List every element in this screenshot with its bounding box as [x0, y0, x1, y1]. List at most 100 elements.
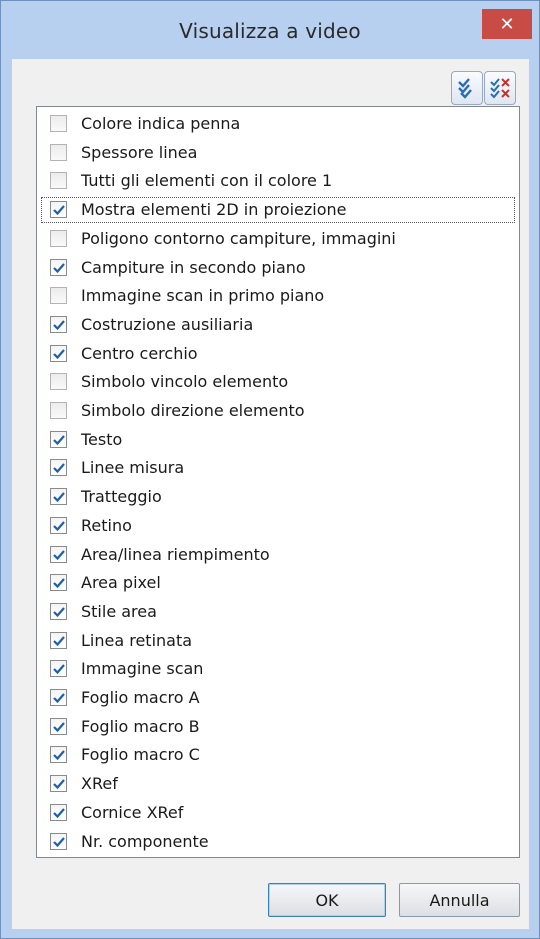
list-item[interactable]: Immagine scan in primo piano: [37, 282, 519, 310]
dialog-title: Visualizza a video: [179, 19, 361, 43]
list-item-label: Campiture in secondo piano: [81, 257, 306, 277]
list-item-label: Area pixel: [81, 573, 161, 593]
display-options-list[interactable]: Colore indica penna Spessore linea Tutti g…: [36, 106, 520, 858]
checkmark-icon: [53, 320, 65, 331]
list-item[interactable]: Area pixel: [37, 569, 519, 597]
list-item[interactable]: Immagine scan: [37, 655, 519, 683]
checkmark-icon: [53, 836, 65, 847]
title-bar[interactable]: Visualizza a video ✕: [1, 1, 539, 59]
list-item[interactable]: Mostra elementi 2D in proiezione: [37, 196, 519, 224]
list-item-label: Foglio macro B: [81, 716, 200, 736]
list-item[interactable]: Tratteggio: [37, 483, 519, 511]
list-item-label: Simbolo direzione elemento: [81, 401, 305, 420]
checkbox-checked[interactable]: [50, 315, 67, 333]
checkbox-checked[interactable]: [50, 344, 67, 362]
list-item[interactable]: Tutti gli elementi con il colore 1: [37, 167, 519, 195]
list-item-label: Cornice XRef: [81, 802, 184, 822]
checkbox-checked[interactable]: [50, 545, 67, 563]
checkbox-checked[interactable]: [50, 430, 67, 448]
list-item[interactable]: Simbolo vincolo elemento: [37, 368, 519, 396]
checkmark-icon: [53, 205, 65, 216]
list-item[interactable]: XRef: [37, 770, 519, 798]
checkbox-unchecked[interactable]: [50, 402, 67, 419]
checkbox-checked[interactable]: [50, 689, 67, 706]
ok-button[interactable]: OK: [268, 883, 386, 917]
checkmark-icon: [53, 808, 65, 818]
list-item[interactable]: Poligono contorno campiture, immagini: [37, 225, 519, 253]
checkmark-icon: [53, 463, 65, 474]
list-item[interactable]: Simbolo direzione elemento: [37, 397, 519, 425]
checkmark-icon: [53, 549, 65, 560]
list-item-label: Mostra elementi 2D in proiezione: [81, 200, 347, 220]
checkmark-icon: [53, 664, 65, 675]
list-item[interactable]: Linea retinata: [37, 627, 519, 655]
check-all-icon: [458, 78, 472, 99]
checkbox-checked[interactable]: [50, 803, 67, 821]
list-item[interactable]: Retino: [37, 512, 519, 540]
list-item-label: Costruzione ausiliaria: [81, 314, 254, 334]
checkbox-checked[interactable]: [50, 832, 67, 850]
checkbox-unchecked[interactable]: [50, 373, 67, 391]
list-item[interactable]: Centro cerchio: [37, 340, 519, 368]
checkmark-icon: [53, 779, 65, 790]
uncheck-all-icon: [490, 78, 510, 99]
close-button[interactable]: ✕: [482, 9, 532, 39]
list-item-label: Linea retinata: [81, 630, 193, 650]
list-item[interactable]: Foglio macro B: [37, 713, 519, 741]
list-item-label: Foglio macro C: [81, 745, 200, 765]
list-item[interactable]: Foglio macro C: [37, 741, 519, 769]
list-item-label: Colore indica penna: [81, 114, 241, 133]
checkbox-checked[interactable]: [50, 775, 67, 793]
list-item[interactable]: Linee misura: [37, 454, 519, 482]
list-item[interactable]: Foglio macro A: [37, 684, 519, 712]
list-item[interactable]: Area/linea riempimento: [37, 541, 519, 569]
checkbox-checked[interactable]: [50, 602, 67, 620]
list-item-label: Retino: [81, 515, 132, 535]
checkbox-checked[interactable]: [50, 717, 67, 735]
checkbox-checked[interactable]: [50, 574, 67, 592]
checkbox-unchecked[interactable]: [50, 287, 67, 305]
list-item[interactable]: Cornice XRef: [37, 799, 519, 827]
list-item-label: Tutti gli elementi con il colore 1: [81, 171, 333, 191]
checkmark-icon: [53, 635, 65, 646]
checkmark-icon: [53, 721, 65, 732]
checkbox-checked[interactable]: [50, 201, 67, 219]
checkbox-checked[interactable]: [50, 258, 67, 276]
list-item[interactable]: Spessore linea: [37, 139, 519, 167]
list-item-label: Stile area: [81, 601, 157, 621]
dialog-window: Visualizza a video ✕ Colore indica penna…: [0, 0, 540, 939]
list-item-label: Simbolo vincolo elemento: [81, 372, 289, 392]
list-item[interactable]: Nr. componente: [37, 828, 519, 856]
list-item-label: Immagine scan in primo piano: [81, 286, 325, 306]
list-item[interactable]: Colore indica penna: [37, 110, 519, 138]
list-item-label: Immagine scan: [81, 659, 204, 679]
list-item-label: Linee misura: [81, 458, 185, 478]
checkbox-checked[interactable]: [50, 459, 67, 477]
checkbox-checked[interactable]: [50, 488, 67, 506]
checkbox-checked[interactable]: [50, 660, 67, 678]
checkmark-icon: [53, 492, 65, 503]
dialog-content: Colore indica penna Spessore linea Tutti g…: [12, 59, 529, 929]
checkmark-icon: [53, 521, 65, 531]
checkmark-icon: [53, 348, 65, 359]
checkbox-unchecked[interactable]: [50, 115, 67, 132]
checkmark-icon: [53, 693, 65, 704]
list-item[interactable]: Costruzione ausiliaria: [37, 311, 519, 339]
list-item[interactable]: Campiture in secondo piano: [37, 254, 519, 282]
checkbox-unchecked[interactable]: [50, 172, 67, 190]
checkbox-unchecked[interactable]: [50, 229, 67, 247]
list-item-label: Testo: [81, 429, 123, 449]
check-all-button[interactable]: [451, 71, 483, 105]
list-item[interactable]: Testo: [37, 426, 519, 454]
checkmark-icon: [53, 750, 65, 761]
checkmark-icon: [53, 434, 65, 445]
list-item-label: Nr. componente: [81, 831, 209, 851]
uncheck-all-button[interactable]: [484, 71, 516, 105]
checkbox-checked[interactable]: [50, 746, 67, 764]
checkbox-checked[interactable]: [50, 631, 67, 649]
checkbox-checked[interactable]: [50, 516, 67, 534]
cancel-button[interactable]: Annulla: [399, 883, 520, 917]
list-item[interactable]: Stile area: [37, 598, 519, 626]
list-item-label: Poligono contorno campiture, immagini: [81, 228, 396, 248]
checkbox-unchecked[interactable]: [50, 143, 67, 161]
